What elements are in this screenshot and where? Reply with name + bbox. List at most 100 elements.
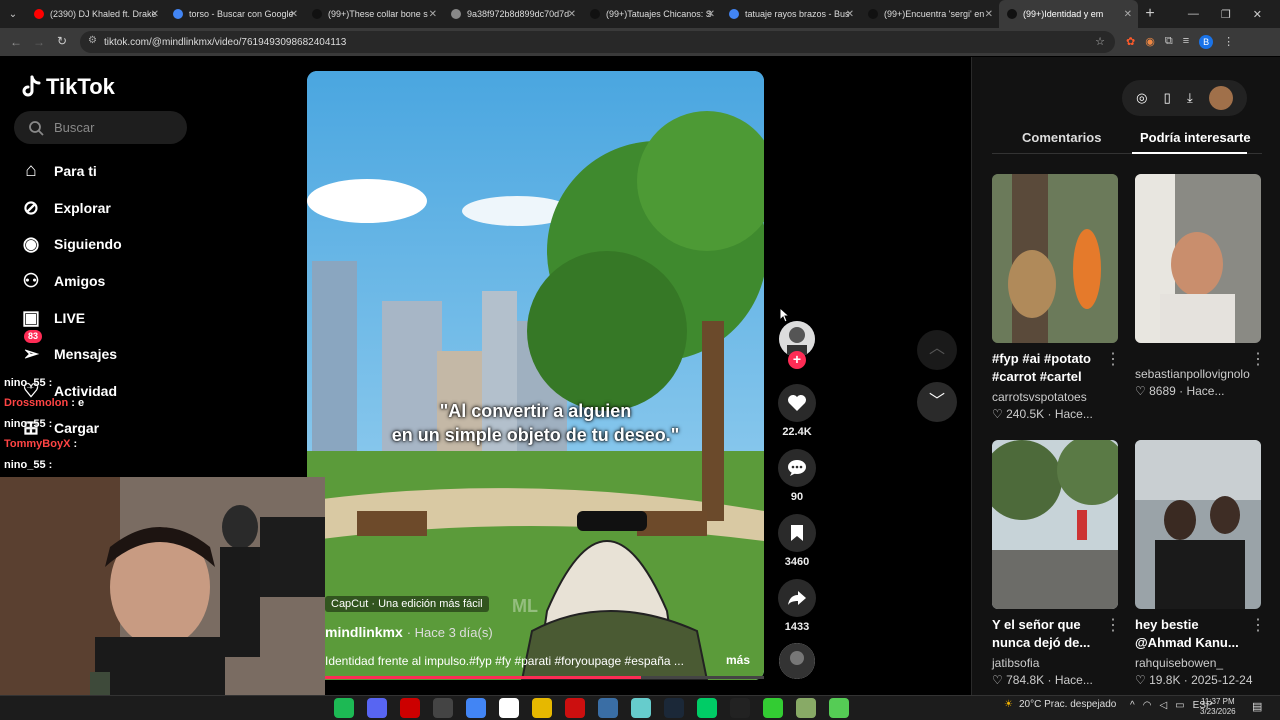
video-thumbnail[interactable] <box>1135 174 1261 343</box>
sidebar-item-mensajes[interactable]: ➢ Mensajes 83 <box>20 330 117 366</box>
browser-tab[interactable]: torso - Buscar con Google ✕ <box>165 0 304 28</box>
card-author[interactable]: rahquisebowen_ <box>1135 656 1223 670</box>
like-button[interactable]: 22.4K <box>778 384 816 438</box>
download-icon[interactable]: ⤓ <box>1187 90 1193 106</box>
reload-icon[interactable]: ↻ <box>57 34 67 48</box>
search-input[interactable]: Buscar <box>14 111 187 144</box>
taskbar-app-icon[interactable] <box>631 698 651 718</box>
extensions-puzzle-icon[interactable]: ⧉ <box>1165 35 1173 49</box>
tray-chevron-icon[interactable]: ^ <box>1130 700 1135 711</box>
card-more-icon[interactable]: ⋮ <box>1105 615 1121 635</box>
user-avatar[interactable] <box>1208 86 1233 110</box>
share-button[interactable]: 1433 <box>778 579 816 633</box>
notification-icon[interactable]: ▤ <box>1252 700 1262 713</box>
taskbar-app-icon[interactable] <box>598 698 618 718</box>
tab-close-icon[interactable]: ✕ <box>290 9 298 20</box>
minimize-button[interactable]: — <box>1188 8 1199 21</box>
video-player[interactable]: "Al convertir a alguien en un simple obj… <box>307 71 764 680</box>
card-author[interactable]: carrotsvspotatoes <box>992 390 1087 404</box>
next-video-button[interactable]: ﹀ <box>917 382 957 422</box>
back-icon[interactable]: ← <box>10 35 22 49</box>
extension-icon[interactable]: ◉ <box>1145 35 1155 49</box>
menu-kebab-icon[interactable]: ⋮ <box>1223 35 1234 49</box>
sidebar-item-amigos[interactable]: ⚇ Amigos <box>20 269 105 293</box>
taskbar-app-icon[interactable] <box>664 698 684 718</box>
close-window-button[interactable]: ✕ <box>1253 8 1262 21</box>
tab-search-button[interactable]: ⌄ <box>0 0 26 28</box>
browser-tab[interactable]: 9a38f972b8d899dc70d7d ✕ <box>443 0 582 28</box>
card-more-icon[interactable]: ⋮ <box>1105 349 1121 369</box>
taskbar-app-icon[interactable] <box>400 698 420 718</box>
taskbar-app-icon[interactable] <box>829 698 849 718</box>
maximize-button[interactable]: ❐ <box>1221 8 1231 21</box>
card-title[interactable]: #fyp #ai #potato #carrot #cartel <box>992 350 1102 386</box>
tab-comments[interactable]: Comentarios <box>1022 130 1101 145</box>
video-thumbnail[interactable] <box>1135 440 1261 609</box>
browser-tab[interactable]: (99+)Identidad y em ✕ <box>999 0 1138 28</box>
tiktok-logo[interactable]: TikTok <box>20 74 115 100</box>
browser-tab[interactable]: (2390) DJ Khaled ft. Drake ✕ <box>26 0 165 28</box>
more-link[interactable]: más <box>726 653 750 667</box>
tab-close-icon[interactable]: ✕ <box>707 9 715 20</box>
new-tab-button[interactable]: + <box>1138 5 1162 23</box>
clock[interactable]: 11:37 PM 3/23/2026 <box>1200 697 1236 717</box>
chevron-down-icon: ﹀ <box>928 393 945 410</box>
site-info-icon[interactable]: ⚙ <box>88 35 97 46</box>
taskbar-app-icon[interactable] <box>697 698 717 718</box>
comment-button[interactable]: 90 <box>778 449 816 503</box>
taskbar-app-icon[interactable] <box>367 698 387 718</box>
sidebar-item-explorar[interactable]: ⊘ Explorar <box>20 196 111 220</box>
bookmark-star-icon[interactable]: ☆ <box>1095 35 1105 48</box>
tab-close-icon[interactable]: ✕ <box>985 9 993 20</box>
browser-tab[interactable]: tatuaje rayos brazos - Bus ✕ <box>721 0 860 28</box>
video-author[interactable]: mindlinkmx <box>325 624 403 640</box>
reading-list-icon[interactable]: ≡ <box>1183 35 1189 49</box>
wifi-icon[interactable]: ◠ <box>1143 700 1152 711</box>
taskbar-app-icon[interactable] <box>763 698 783 718</box>
tab-recommended[interactable]: Podría interesarte <box>1140 130 1251 145</box>
extension-icon[interactable]: ✿ <box>1126 35 1135 49</box>
taskbar-app-icon[interactable] <box>466 698 486 718</box>
sidebar-item-para-ti[interactable]: ⌂ Para ti <box>20 159 97 183</box>
save-button[interactable]: 3460 <box>778 514 816 568</box>
video-thumbnail[interactable] <box>992 174 1118 343</box>
browser-tab[interactable]: (99+)Encuentra 'sergi' en ✕ <box>860 0 999 28</box>
taskbar-app-icon[interactable] <box>532 698 552 718</box>
tab-close-icon[interactable]: ✕ <box>1124 9 1132 20</box>
taskbar-app-icon[interactable] <box>796 698 816 718</box>
card-author[interactable]: jatibsofia <box>992 656 1039 670</box>
previous-video-button[interactable]: ︿ <box>917 330 957 370</box>
video-progress-bar[interactable] <box>325 676 764 679</box>
sound-disc[interactable] <box>779 643 815 679</box>
heart-icon <box>788 395 806 411</box>
tab-close-icon[interactable]: ✕ <box>429 9 437 20</box>
device-icon[interactable]: ▯ <box>1164 90 1171 106</box>
taskbar-app-icon[interactable] <box>565 698 585 718</box>
url-field[interactable]: ⚙ tiktok.com/@mindlinkmx/video/761949309… <box>80 31 1115 53</box>
card-title[interactable]: Y el señor que nunca dejó de... <box>992 616 1102 652</box>
forward-icon[interactable]: → <box>33 35 45 49</box>
tab-close-icon[interactable]: ✕ <box>568 9 576 20</box>
sidebar-item-live[interactable]: ▣ LIVE <box>20 306 85 330</box>
browser-tab[interactable]: (99+)Tatuajes Chicanos: S ✕ <box>582 0 721 28</box>
taskbar-app-icon[interactable] <box>433 698 453 718</box>
tab-close-icon[interactable]: ✕ <box>846 9 854 20</box>
taskbar-app-icon[interactable] <box>499 698 519 718</box>
taskbar-app-icon[interactable] <box>334 698 354 718</box>
profile-avatar[interactable]: B <box>1199 35 1214 49</box>
weather-widget[interactable]: ☀ 20°C Prac. despejado <box>1004 699 1116 710</box>
video-thumbnail[interactable] <box>992 440 1118 609</box>
follow-plus-button[interactable]: + <box>788 351 806 369</box>
card-author[interactable]: sebastianpollovignolo <box>1135 367 1250 381</box>
card-more-icon[interactable]: ⋮ <box>1250 349 1266 369</box>
battery-icon[interactable]: ▭ <box>1175 700 1184 711</box>
browser-tab[interactable]: (99+)These collar bone s ✕ <box>304 0 443 28</box>
tab-close-icon[interactable]: ✕ <box>151 9 159 20</box>
card-more-icon[interactable]: ⋮ <box>1250 615 1266 635</box>
capcut-label[interactable]: CapCut · Una edición más fácil <box>325 596 489 612</box>
card-title[interactable]: hey bestie @Ahmad Kanu... <box>1135 616 1245 652</box>
volume-icon[interactable]: ◁ <box>1159 700 1167 711</box>
coins-icon[interactable]: ◎ <box>1136 90 1147 106</box>
taskbar-app-icon[interactable] <box>730 698 750 718</box>
sidebar-item-siguiendo[interactable]: ◉ Siguiendo <box>20 232 122 256</box>
